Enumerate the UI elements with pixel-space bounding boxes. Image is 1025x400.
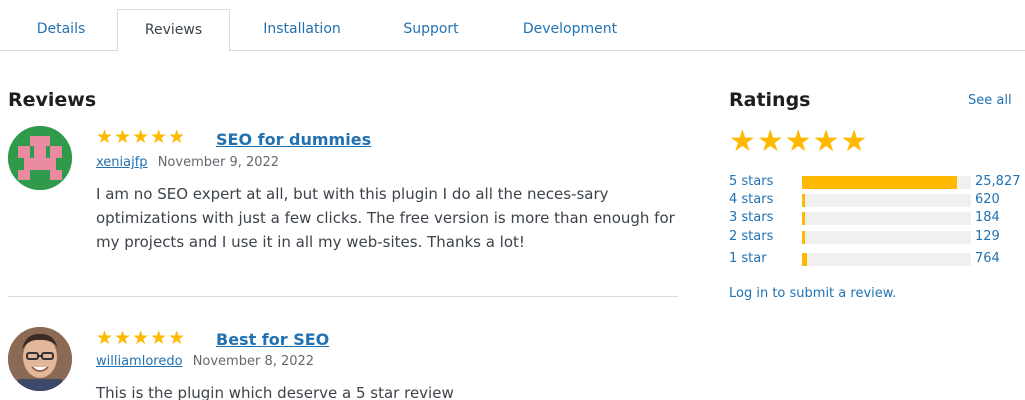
rating-label: 2 stars [729, 229, 774, 244]
rating-count: 184 [975, 210, 1000, 225]
rating-label: 5 stars [729, 174, 774, 189]
review-title-link[interactable]: Best for SEO [216, 330, 329, 350]
overall-star-rating: ★★★★★ [729, 124, 869, 159]
rating-row-2-stars[interactable]: 2 stars 129 [729, 228, 1025, 245]
rating-bar-fill [802, 212, 806, 225]
tab-bar: Details Reviews Installation Support Dev… [0, 0, 1025, 52]
rating-count: 129 [975, 229, 1000, 244]
rating-count: 25,827 [975, 174, 1021, 189]
review-title-link[interactable]: SEO for dummies [216, 130, 371, 150]
rating-bar [802, 231, 971, 244]
review-star-rating: ★★★★★ [96, 327, 187, 349]
review-date: November 9, 2022 [157, 155, 280, 170]
review-date: November 8, 2022 [192, 354, 315, 369]
rating-row-1-star[interactable]: 1 star 764 [729, 250, 1025, 267]
tab-development[interactable]: Development [490, 9, 650, 52]
login-to-review-link[interactable]: Log in to submit a review. [729, 286, 896, 301]
rating-bar [802, 194, 971, 207]
avatar[interactable] [8, 327, 72, 391]
review-star-rating: ★★★★★ [96, 126, 187, 148]
ratings-heading: Ratings [729, 89, 811, 111]
rating-label: 1 star [729, 251, 767, 266]
rating-bar-fill [802, 194, 806, 207]
tab-installation[interactable]: Installation [232, 9, 372, 52]
review-meta: xeniajfp November 9, 2022 [96, 154, 279, 172]
rating-label: 4 stars [729, 192, 774, 207]
review-author-link[interactable]: xeniajfp [96, 155, 148, 170]
avatar[interactable] [8, 126, 72, 190]
rating-bar-fill [802, 253, 808, 266]
rating-row-4-stars[interactable]: 4 stars 620 [729, 191, 1025, 208]
review-body: I am no SEO expert at all, but with this… [96, 185, 675, 251]
rating-bar [802, 253, 971, 266]
tab-support[interactable]: Support [372, 9, 490, 52]
review-divider [8, 296, 678, 297]
rating-bar-fill [802, 231, 806, 244]
review-meta: williamloredo November 8, 2022 [96, 353, 314, 371]
rating-bar [802, 212, 971, 225]
rating-row-3-stars[interactable]: 3 stars 184 [729, 209, 1025, 226]
review-body: This is the plugin which deserve a 5 sta… [96, 384, 454, 400]
see-all-link[interactable]: See all [968, 93, 1012, 108]
tab-details[interactable]: Details [8, 9, 114, 52]
review-author-link[interactable]: williamloredo [96, 354, 183, 369]
rating-count: 764 [975, 251, 1000, 266]
rating-bar [802, 176, 971, 189]
tab-reviews[interactable]: Reviews [117, 9, 230, 52]
rating-row-5-stars[interactable]: 5 stars 25,827 [729, 173, 1025, 190]
reviews-heading: Reviews [8, 89, 97, 111]
rating-count: 620 [975, 192, 1000, 207]
identicon-avatar-image [8, 126, 72, 190]
rating-label: 3 stars [729, 210, 774, 225]
rating-bar-fill [802, 176, 958, 189]
user-photo-avatar-image [8, 327, 72, 391]
